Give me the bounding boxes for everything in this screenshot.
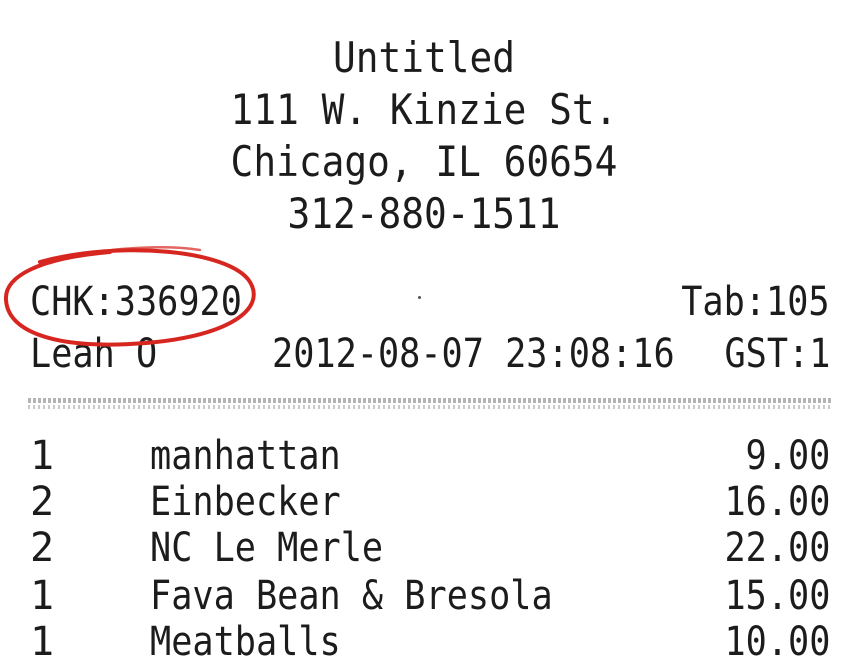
- item-name: NC Le Merle: [150, 525, 384, 571]
- item-name: Einbecker: [150, 479, 341, 525]
- check-datetime: 2012-08-07 23:08:16: [272, 331, 675, 377]
- paper-speck: [418, 296, 421, 299]
- item-qty: 2: [30, 525, 55, 571]
- store-city: Chicago, IL 60654: [230, 137, 618, 186]
- store-name: Untitled: [332, 33, 516, 82]
- item-name: Fava Bean & Bresola: [150, 573, 553, 619]
- item-qty: 1: [30, 433, 55, 479]
- store-address: 111 W. Kinzie St.: [230, 85, 618, 134]
- guest-count: GST:1: [724, 331, 830, 377]
- item-price: 16.00: [724, 479, 830, 525]
- item-name: manhattan: [150, 433, 341, 479]
- item-price: 22.00: [724, 525, 830, 571]
- item-price: 10.00: [724, 619, 830, 665]
- receipt: Untitled 111 W. Kinzie St. Chicago, IL 6…: [0, 0, 848, 665]
- item-qty: 1: [30, 573, 55, 619]
- store-phone: 312-880-1511: [287, 189, 561, 238]
- tab-number: Tab:105: [681, 279, 830, 325]
- item-qty: 2: [30, 479, 55, 525]
- item-price: 9.00: [745, 433, 830, 479]
- separator-line: [28, 398, 832, 403]
- server-name: Leah O: [30, 331, 158, 377]
- item-price: 15.00: [724, 573, 830, 619]
- item-qty: 1: [30, 619, 55, 665]
- item-name: Meatballs: [150, 619, 341, 665]
- separator-line-secondary: [28, 405, 832, 409]
- check-number: CHK:336920: [30, 279, 242, 325]
